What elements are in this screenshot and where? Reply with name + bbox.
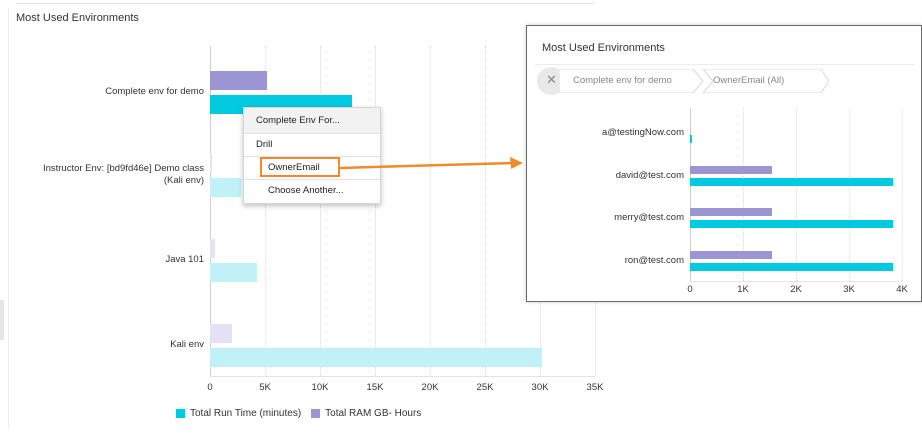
bar-run-time[interactable]	[210, 347, 543, 367]
x-tick-label: 15K	[366, 382, 384, 393]
bar-run-time[interactable]	[210, 262, 258, 282]
menu-item-choose-another-label: Choose Another...	[268, 185, 344, 196]
bar-ram[interactable]	[210, 70, 268, 90]
x-tick-label: 25K	[476, 382, 494, 393]
x-tick-label: 10K	[311, 382, 329, 393]
gridline	[485, 46, 486, 376]
legend-item-run-time[interactable]: Total Run Time (minutes)	[176, 408, 301, 419]
bar-run-time[interactable]	[210, 177, 241, 197]
legend-item-ram[interactable]: Total RAM GB- Hours	[311, 408, 421, 419]
gridline	[796, 108, 797, 281]
menu-section-drill: Drill	[244, 134, 380, 156]
menu-item-owner-email-label: OwnerEmail	[268, 162, 320, 173]
x-axis-line	[210, 376, 595, 377]
bar-run-time[interactable]	[690, 178, 893, 186]
main-category-label: Complete env for demo	[105, 86, 204, 97]
gridline	[849, 108, 850, 281]
x-tick-label: 3K	[843, 284, 855, 295]
x-tick-label: 20K	[421, 382, 439, 393]
legend-swatch-run-time	[176, 409, 185, 418]
bar-ram[interactable]	[210, 153, 212, 173]
bar-ram[interactable]	[690, 208, 773, 216]
inset-category-label: david@test.com	[615, 170, 684, 181]
x-tick-label: 5K	[259, 382, 271, 393]
inset-category-label: a@testingNow.com	[602, 127, 684, 138]
legend-swatch-ram	[311, 409, 321, 418]
x-tick-label: 2K	[790, 284, 802, 295]
x-axis-line	[690, 281, 902, 282]
bar-ram[interactable]	[210, 238, 215, 258]
drill-arrow	[340, 157, 523, 170]
bar-ram[interactable]	[690, 251, 773, 259]
x-tick-label: 0	[687, 284, 693, 295]
inset-category-label: ron@test.com	[624, 255, 684, 266]
menu-item-complete-env[interactable]: Complete Env For...	[244, 108, 380, 133]
bar-run-time[interactable]	[690, 263, 893, 271]
menu-item-complete-env-label: Complete Env For...	[256, 115, 340, 126]
x-tick-label: 0	[207, 382, 213, 393]
chart-legend: Total Run Time (minutes) Total RAM GB- H…	[176, 408, 421, 419]
menu-item-choose-another[interactable]: Choose Another...	[244, 180, 380, 202]
gridline	[430, 46, 431, 376]
x-tick-label: 30K	[531, 382, 549, 393]
main-category-label: Kali env	[170, 339, 204, 350]
gridline	[902, 108, 903, 281]
x-tick-label: 35K	[586, 382, 604, 393]
bar-run-time[interactable]	[690, 220, 893, 228]
drill-arrow-head	[510, 157, 523, 169]
legend-label-ram: Total RAM GB- Hours	[325, 408, 422, 419]
bar-run-time[interactable]	[690, 135, 692, 143]
legend-label-run-time: Total Run Time (minutes)	[190, 408, 302, 419]
menu-section-drill-label: Drill	[256, 139, 273, 150]
bar-ram[interactable]	[210, 323, 232, 343]
main-category-label: Instructor Env: [bd9fd46e] Demo class (Ka…	[42, 163, 204, 186]
inset-panel: Most Used Environments ✕ Complete env fo…	[526, 25, 922, 302]
main-category-label: Java 101	[165, 254, 204, 265]
main-chart: Complete env for demo Instructor Env: [bd…	[0, 40, 610, 393]
main-panel: Most Used Environments Complete env for …	[0, 0, 603, 433]
main-panel-title: Most Used Environments	[16, 12, 139, 24]
x-tick-label: 1K	[737, 284, 749, 295]
gridline	[375, 46, 376, 376]
drill-arrow-line	[340, 161, 513, 170]
context-menu: Complete Env For... Drill OwnerEmail Cho…	[243, 107, 381, 204]
inset-chart: a@testingNow.com david@test.com merry@test…	[527, 26, 921, 301]
bar-ram[interactable]	[690, 166, 773, 174]
x-tick-label: 4K	[896, 284, 908, 295]
inset-category-label: merry@test.com	[614, 212, 684, 223]
